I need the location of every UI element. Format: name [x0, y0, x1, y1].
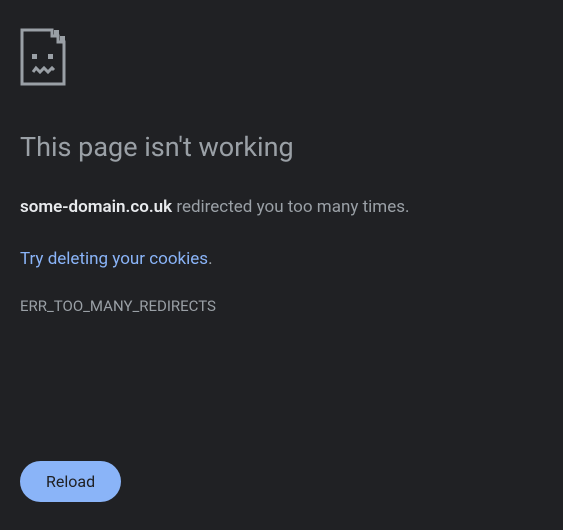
- suggestion: Try deleting your cookies.: [20, 249, 543, 269]
- suggestion-period: .: [208, 249, 212, 269]
- reload-button[interactable]: Reload: [20, 461, 121, 502]
- error-message: some-domain.co.uk redirected you too man…: [20, 195, 543, 221]
- delete-cookies-link[interactable]: Try deleting your cookies: [20, 249, 208, 269]
- message-text: redirected you too many times.: [172, 197, 409, 217]
- error-icon-container: [20, 28, 543, 90]
- sad-page-icon: [20, 28, 70, 86]
- domain-name: some-domain.co.uk: [20, 197, 172, 217]
- page-title: This page isn't working: [20, 130, 543, 165]
- error-code: ERR_TOO_MANY_REDIRECTS: [20, 297, 543, 315]
